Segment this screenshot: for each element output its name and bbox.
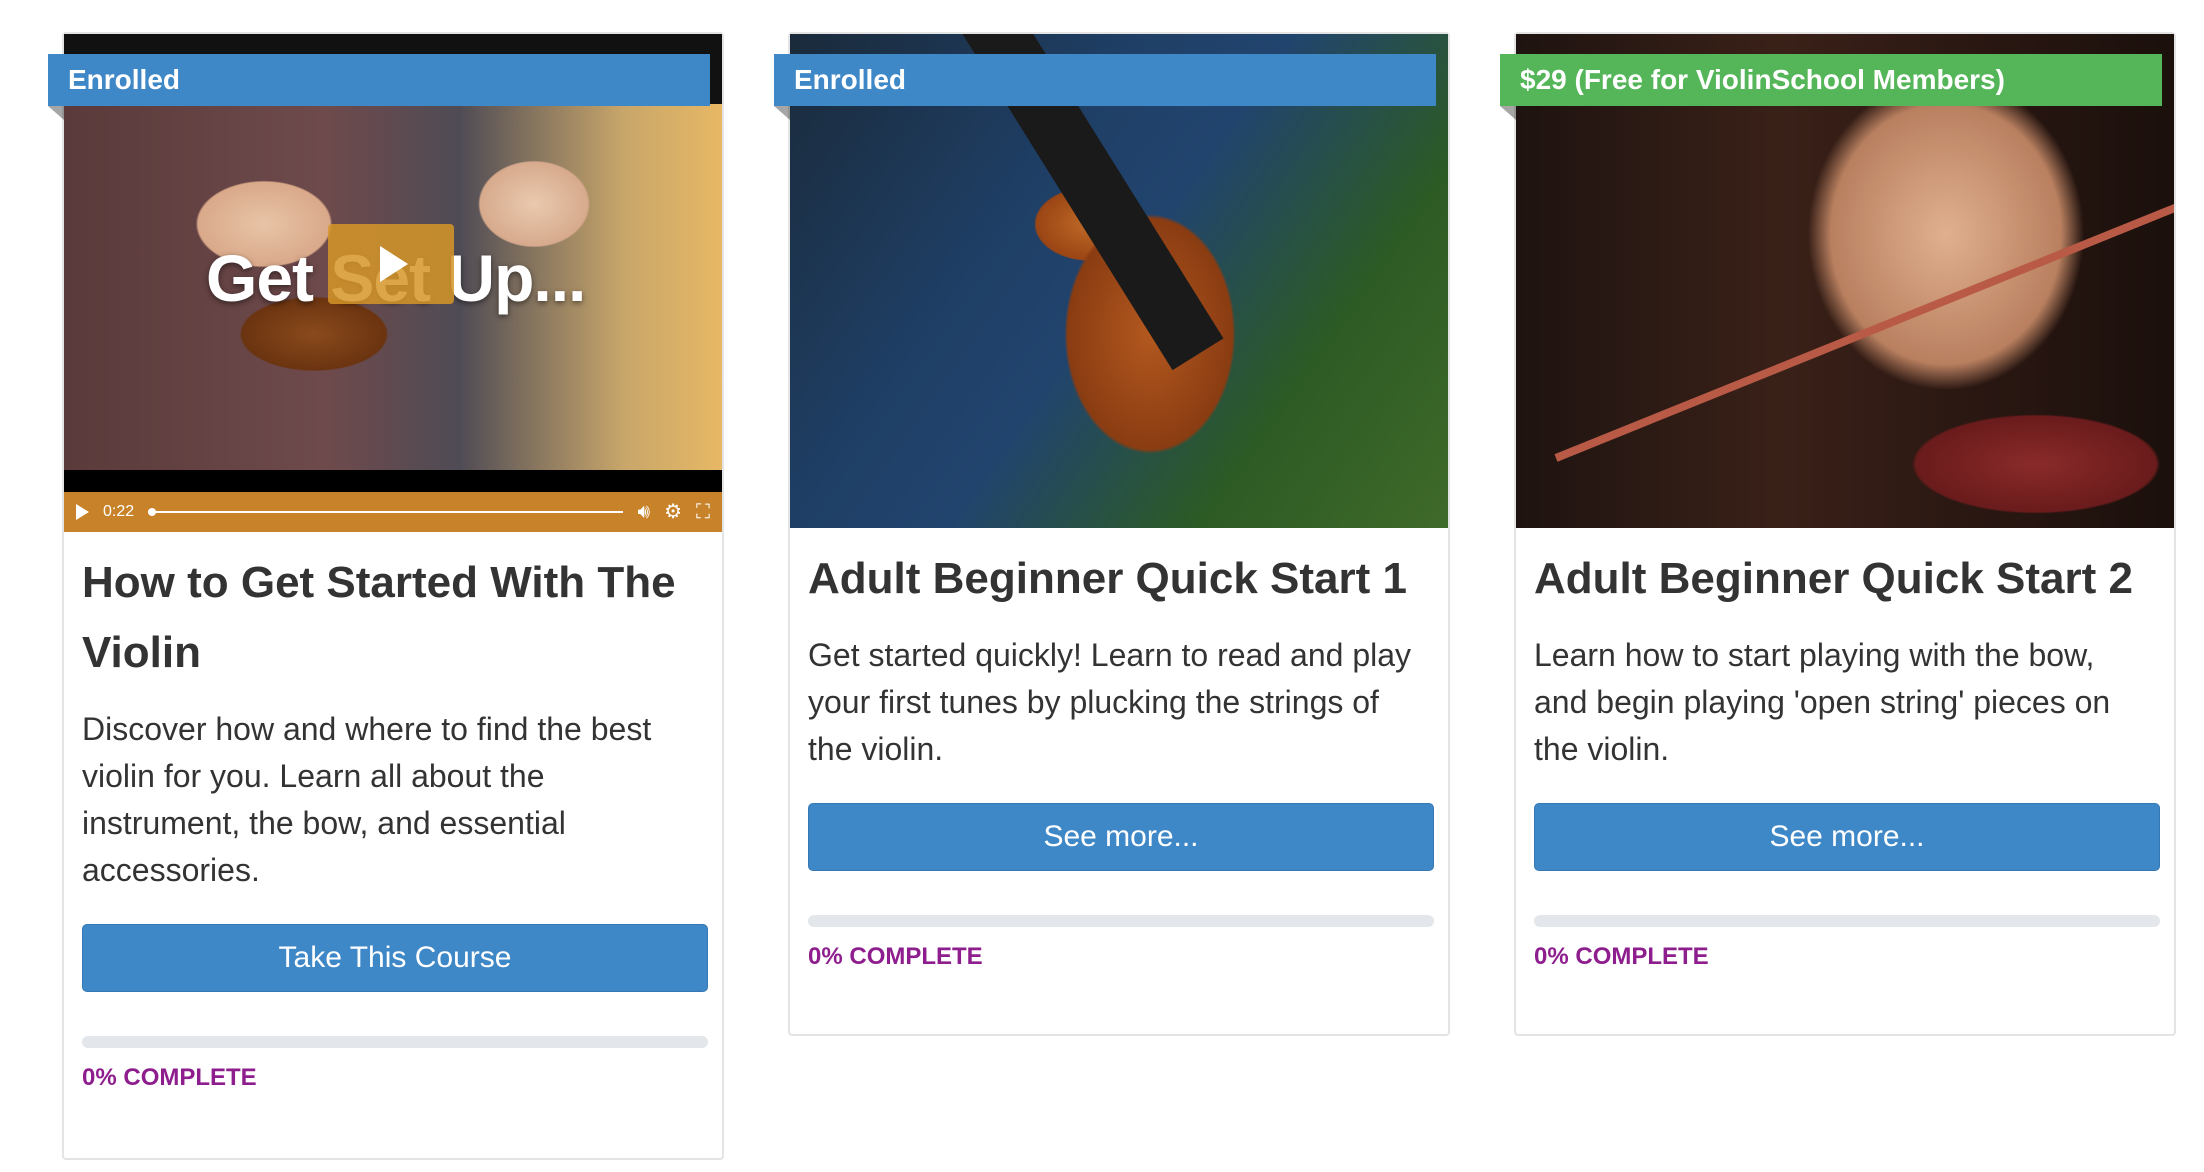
course-body: Adult Beginner Quick Start 1 Get started… (790, 544, 1448, 971)
progress-bar (808, 915, 1434, 927)
course-card: Enrolled Get Set Up... 0:22 🔊︎ ⚙ ⛶ How t… (48, 32, 724, 1160)
progress-label: 0% COMPLETE (82, 1064, 257, 1091)
course-image[interactable] (790, 34, 1448, 528)
course-title[interactable]: Adult Beginner Quick Start 1 (808, 544, 1430, 614)
play-icon[interactable] (76, 504, 89, 520)
progress-label: 0% COMPLETE (1534, 943, 1709, 970)
slider-handle[interactable] (148, 508, 157, 516)
video-player[interactable]: Get Set Up... 0:22 🔊︎ ⚙ ⛶ (64, 34, 722, 532)
course-media: Enrolled (774, 34, 1448, 528)
course-description: Discover how and where to find the best … (82, 711, 652, 888)
play-icon[interactable] (328, 224, 454, 304)
video-progress-slider[interactable] (148, 508, 624, 516)
course-card: Enrolled Adult Beginner Quick Start 1 Ge… (774, 32, 1450, 1036)
video-controls: 0:22 🔊︎ ⚙ ⛶ (64, 492, 722, 532)
settings-icon[interactable]: ⚙ (664, 502, 682, 522)
see-more-button[interactable]: See more... (1534, 803, 2160, 871)
volume-icon[interactable]: 🔊︎ (637, 502, 650, 522)
progress-bar (1534, 915, 2160, 927)
course-image[interactable] (1516, 34, 2174, 528)
enrolled-ribbon: Enrolled (774, 54, 1436, 120)
course-media: $29 (Free for ViolinSchool Members) (1500, 34, 2174, 528)
progress-label: 0% COMPLETE (808, 943, 983, 970)
course-body: How to Get Started With The Violin Disco… (64, 548, 722, 1092)
course-description: Learn how to start playing with the bow,… (1534, 637, 2111, 767)
take-course-button[interactable]: Take This Course (82, 924, 708, 992)
course-title[interactable]: Adult Beginner Quick Start 2 (1534, 544, 2156, 614)
course-body: Adult Beginner Quick Start 2 Learn how t… (1516, 544, 2174, 971)
fullscreen-icon[interactable]: ⛶ (696, 502, 710, 522)
bow-image-detail (1554, 184, 2174, 462)
course-card: $29 (Free for ViolinSchool Members) Adul… (1500, 32, 2176, 1036)
video-time: 0:22 (103, 503, 135, 520)
enrolled-ribbon: Enrolled (48, 54, 710, 120)
course-title[interactable]: How to Get Started With The Violin (82, 548, 704, 688)
course-grid: Enrolled Get Set Up... 0:22 🔊︎ ⚙ ⛶ How t… (0, 0, 2204, 1172)
course-description: Get started quickly! Learn to read and p… (808, 637, 1412, 767)
price-ribbon: $29 (Free for ViolinSchool Members) (1500, 54, 2162, 120)
course-media: Enrolled Get Set Up... 0:22 🔊︎ ⚙ ⛶ (48, 34, 722, 532)
see-more-button[interactable]: See more... (808, 803, 1434, 871)
progress-bar (82, 1036, 708, 1048)
